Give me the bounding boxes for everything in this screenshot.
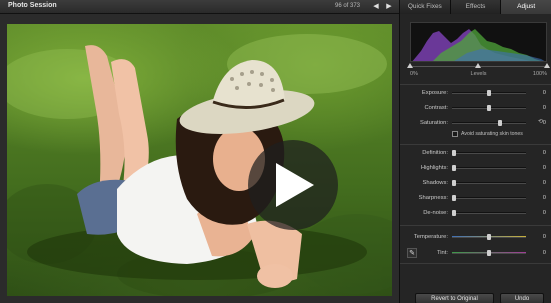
exposure-slider-handle[interactable] (487, 90, 491, 96)
slider-row-contrast: Contrast: 0 (400, 103, 551, 113)
photo-viewer: Photo Session 96 of 373 ◀ ▶ (0, 0, 399, 303)
divider (400, 263, 551, 264)
divider (400, 144, 551, 145)
viewer-top-bar: Photo Session 96 of 373 ◀ ▶ (0, 0, 399, 14)
play-icon (276, 163, 314, 207)
exposure-slider[interactable] (452, 90, 526, 96)
levels-slider[interactable] (407, 63, 550, 68)
shadows-slider-handle[interactable] (452, 180, 456, 186)
levels-label: Levels (470, 71, 487, 77)
definition-label: Definition: (422, 150, 448, 156)
sharpness-slider[interactable] (452, 195, 526, 201)
contrast-slider-handle[interactable] (487, 105, 491, 111)
photo-canvas[interactable] (7, 24, 392, 296)
levels-mid-handle[interactable] (475, 63, 481, 68)
de-noise-slider[interactable] (452, 210, 526, 216)
tint-slider-handle[interactable] (487, 250, 491, 256)
saturation-label: Saturation: (419, 120, 448, 126)
highlights-value: 0 (542, 165, 546, 171)
definition-slider-handle[interactable] (452, 150, 456, 156)
avoid-skin-tones-option[interactable]: Avoid saturating skin tones (452, 130, 523, 138)
de-noise-slider-handle[interactable] (452, 210, 456, 216)
sharpness-value: 0 (542, 195, 546, 201)
album-title: Photo Session (8, 2, 57, 9)
photo-counter: 96 of 373 (335, 3, 361, 9)
temperature-slider[interactable] (452, 234, 526, 240)
contrast-label: Contrast: (424, 105, 448, 111)
slider-row-saturation: Saturation: 0 (400, 118, 551, 128)
definition-value: 0 (542, 150, 546, 156)
divider (400, 225, 551, 226)
exposure-label: Exposure: (421, 90, 448, 96)
slider-row-tint: Tint: 0 (400, 248, 551, 258)
divider (400, 84, 551, 85)
levels-black-point-handle[interactable] (407, 63, 413, 68)
avoid-skin-tones-label: Avoid saturating skin tones (461, 131, 523, 137)
slider-row-shadows: Shadows: 0 (400, 178, 551, 188)
levels-white-point-handle[interactable] (544, 63, 550, 68)
sharpness-slider-handle[interactable] (452, 195, 456, 201)
highlights-label: Highlights: (420, 165, 448, 171)
de-noise-label: De-noise: (423, 210, 448, 216)
temperature-label: Temperature: (413, 234, 448, 240)
temperature-value: 0 (542, 234, 546, 240)
levels-max-label: 100% (532, 71, 547, 77)
revert-to-original-button[interactable]: Revert to Original (415, 293, 494, 303)
saturation-slider-handle[interactable] (497, 120, 502, 126)
reset-icon[interactable]: ⟲ (538, 118, 543, 125)
slider-row-definition: Definition: 0 (400, 148, 551, 158)
eyedropper-icon[interactable]: ✎ (407, 248, 417, 258)
slider-row-exposure: Exposure: 0 (400, 88, 551, 98)
saturation-slider[interactable] (452, 120, 526, 126)
avoid-skin-tones-checkbox[interactable] (452, 130, 458, 137)
tint-slider[interactable] (452, 250, 526, 256)
adjust-panel: Quick Fixes Effects Adjust 0% Levels 100… (399, 0, 551, 303)
sharpness-label: Sharpness: (418, 195, 448, 201)
panel-tabs: Quick Fixes Effects Adjust (400, 0, 551, 14)
levels-labels: 0% Levels 100% (410, 71, 547, 79)
tab-effects[interactable]: Effects (450, 0, 502, 14)
contrast-value: 0 (542, 105, 546, 111)
undo-button[interactable]: Undo (500, 293, 544, 303)
de-noise-value: 0 (542, 210, 546, 216)
shadows-value: 0 (542, 180, 546, 186)
photo-illustration (7, 34, 392, 296)
arrow-right-icon[interactable]: ▶ (385, 3, 393, 11)
temperature-slider-handle[interactable] (487, 234, 491, 240)
tint-value: 0 (542, 250, 546, 256)
definition-slider[interactable] (452, 150, 526, 156)
play-button[interactable] (248, 140, 338, 230)
slider-row-sharpness: Sharpness: 0 (400, 193, 551, 203)
histogram-graph (412, 29, 545, 61)
shadows-label: Shadows: (422, 180, 448, 186)
tab-quick-fixes[interactable]: Quick Fixes (400, 0, 451, 14)
histogram (410, 22, 547, 62)
slider-row-de-noise: De-noise: 0 (400, 208, 551, 218)
slider-row-highlights: Highlights: 0 (400, 163, 551, 173)
highlights-slider-handle[interactable] (452, 165, 456, 171)
tab-adjust[interactable]: Adjust (501, 0, 551, 14)
hand (257, 264, 293, 288)
shadows-slider[interactable] (452, 180, 526, 186)
highlights-slider[interactable] (452, 165, 526, 171)
contrast-slider[interactable] (452, 105, 526, 111)
slider-row-temperature: Temperature: 0 (400, 232, 551, 242)
arrow-left-icon[interactable]: ◀ (372, 3, 380, 11)
exposure-value: 0 (542, 90, 546, 96)
